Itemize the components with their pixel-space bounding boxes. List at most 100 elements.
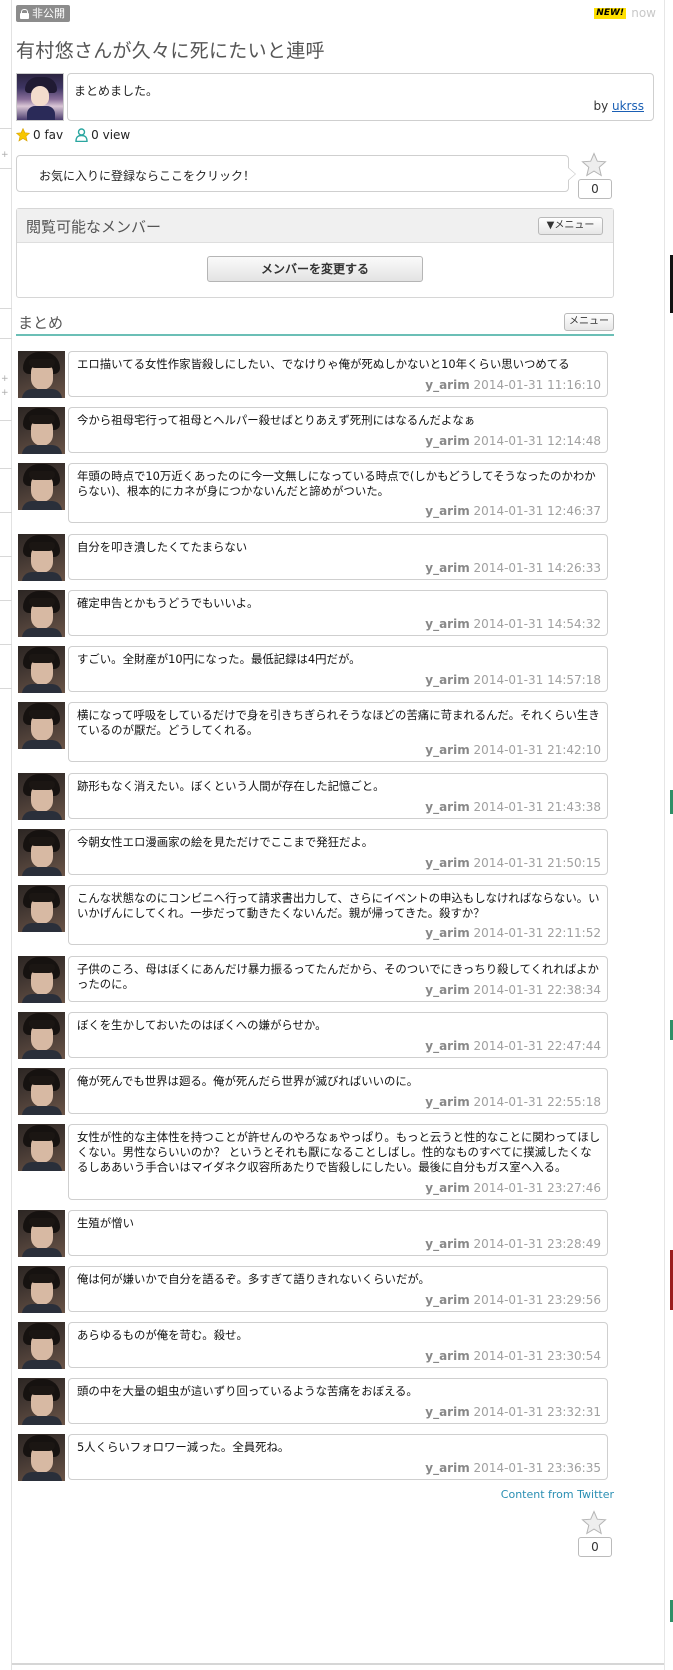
tweet-timestamp[interactable]: 2014-01-31 11:16:10 [474, 378, 601, 392]
tweet-timestamp[interactable]: 2014-01-31 23:32:31 [474, 1405, 601, 1419]
tweet-box: 俺が死んでも世界は廻る。俺が死んだら世界が滅びればいいのに。 y_arim 201… [68, 1068, 608, 1114]
tweet-timestamp[interactable]: 2014-01-31 14:26:33 [474, 561, 601, 575]
tweet-timestamp[interactable]: 2014-01-31 22:47:44 [474, 1039, 601, 1053]
tweet-meta: y_arim 2014-01-31 23:32:31 [425, 1405, 601, 1419]
tweet-avatar[interactable] [18, 702, 65, 749]
tweet-avatar[interactable] [18, 590, 65, 637]
tweet-box: 今朝女性エロ漫画家の絵を見ただけでここまで発狂だよ。 y_arim 2014-01… [68, 829, 608, 875]
tweet-text: 自分を叩き潰したくてたまらない [77, 540, 248, 554]
bottom-favorite-count: 0 [578, 1537, 612, 1557]
tweet-user[interactable]: y_arim [425, 673, 469, 687]
tweet-avatar[interactable] [18, 956, 65, 1003]
summary-row: まとめました。 by ukrss [16, 73, 654, 122]
tweet-timestamp[interactable]: 2014-01-31 21:42:10 [474, 743, 601, 757]
matome-header: まとめ メニュー [16, 310, 614, 336]
tweet-timestamp[interactable]: 2014-01-31 23:28:49 [474, 1237, 601, 1251]
owner-avatar[interactable] [16, 73, 64, 121]
tweet-meta: y_arim 2014-01-31 23:36:35 [425, 1461, 601, 1475]
tweet-timestamp[interactable]: 2014-01-31 12:46:37 [474, 504, 601, 518]
bottom-divider [12, 1663, 664, 1665]
tweet-timestamp[interactable]: 2014-01-31 21:43:38 [474, 800, 601, 814]
tweet-user[interactable]: y_arim [425, 1039, 469, 1053]
tweet-item: 生殖が憎い y_arim 2014-01-31 23:28:49 [18, 1210, 608, 1257]
tweet-text: 生殖が憎い [77, 1216, 134, 1230]
tweet-user[interactable]: y_arim [425, 856, 469, 870]
tweet-timestamp[interactable]: 2014-01-31 12:14:48 [474, 434, 601, 448]
tweet-text: ぼくを生かしておいたのはぼくへの嫌がらせか。 [77, 1018, 327, 1032]
tweet-timestamp[interactable]: 2014-01-31 23:36:35 [474, 1461, 601, 1475]
tweet-user[interactable]: y_arim [425, 743, 469, 757]
tweet-avatar[interactable] [18, 1210, 65, 1257]
bottom-favorite-star-icon[interactable] [581, 1510, 607, 1536]
favorite-prompt-box[interactable]: お気に入りに登録ならここをクリック！ [16, 155, 576, 192]
right-page-edge [664, 0, 673, 1670]
tweet-item: 自分を叩き潰したくてたまらない y_arim 2014-01-31 14:26:3… [18, 534, 608, 581]
tweet-user[interactable]: y_arim [425, 1095, 469, 1109]
members-menu-button[interactable]: ▼メニュー [538, 217, 603, 235]
tweet-avatar[interactable] [18, 463, 65, 510]
tweet-user[interactable]: y_arim [425, 1237, 469, 1251]
tweet-item: 今から祖母宅行って祖母とヘルパー殺せばとりあえず死刑にはなるんだよなぁ y_ari… [18, 407, 608, 454]
tweet-text: 女性が性的な主体性を持つことが許せんのやろなぁやっぱり。もっと云うと性的なことに… [77, 1130, 601, 1174]
tweet-avatar[interactable] [18, 829, 65, 876]
tweet-item: 俺が死んでも世界は廻る。俺が死んだら世界が滅びればいいのに。 y_arim 201… [18, 1068, 608, 1115]
tweet-avatar[interactable] [18, 1068, 65, 1115]
tweet-avatar[interactable] [18, 1434, 65, 1481]
change-members-button[interactable]: メンバーを変更する [207, 256, 423, 282]
tweet-user[interactable]: y_arim [425, 983, 469, 997]
tweet-meta: y_arim 2014-01-31 11:16:10 [425, 378, 601, 392]
tweet-timestamp[interactable]: 2014-01-31 23:27:46 [474, 1181, 601, 1195]
author-line: by ukrss [593, 99, 644, 113]
tweet-text: すごい。全財産が10円になった。最低記録は4円だが。 [77, 652, 361, 666]
tweet-user[interactable]: y_arim [425, 1181, 469, 1195]
tweet-avatar[interactable] [18, 1266, 65, 1313]
twitter-source-link[interactable]: Content from Twitter [501, 1488, 614, 1501]
tweet-text: 俺は何が嫌いかで自分を語るぞ。多すぎて語りきれないくらいだが。 [77, 1272, 430, 1286]
tweet-avatar[interactable] [18, 1378, 65, 1425]
members-header: 閲覧可能なメンバー ▼メニュー [17, 209, 613, 243]
tweet-user[interactable]: y_arim [425, 617, 469, 631]
tweet-box: すごい。全財産が10円になった。最低記録は4円だが。 y_arim 2014-01… [68, 646, 608, 692]
tweet-user[interactable]: y_arim [425, 561, 469, 575]
tweet-avatar[interactable] [18, 646, 65, 693]
tweet-avatar[interactable] [18, 1124, 65, 1171]
tweet-user[interactable]: y_arim [425, 1293, 469, 1307]
tweet-avatar[interactable] [18, 1322, 65, 1369]
tweet-timestamp[interactable]: 2014-01-31 22:38:34 [474, 983, 601, 997]
matome-menu-button[interactable]: メニュー [564, 313, 614, 331]
tweet-timestamp[interactable]: 2014-01-31 14:54:32 [474, 617, 601, 631]
tweet-user[interactable]: y_arim [425, 378, 469, 392]
favorite-count: 0 [578, 179, 612, 199]
tweet-timestamp[interactable]: 2014-01-31 23:30:54 [474, 1349, 601, 1363]
tweet-user[interactable]: y_arim [425, 1405, 469, 1419]
tweet-avatar[interactable] [18, 534, 65, 581]
tweet-timestamp[interactable]: 2014-01-31 23:29:56 [474, 1293, 601, 1307]
tweet-item: 頭の中を大量の蛆虫が這いずり回っているような苦痛をおぼえる。 y_arim 201… [18, 1378, 608, 1425]
tweet-box: 俺は何が嫌いかで自分を語るぞ。多すぎて語りきれないくらいだが。 y_arim 20… [68, 1266, 608, 1312]
tweet-user[interactable]: y_arim [425, 1461, 469, 1475]
tweet-avatar[interactable] [18, 773, 65, 820]
tweet-user[interactable]: y_arim [425, 926, 469, 940]
star-icon [16, 128, 30, 142]
tweet-user[interactable]: y_arim [425, 800, 469, 814]
tweet-user[interactable]: y_arim [425, 1349, 469, 1363]
tweet-user[interactable]: y_arim [425, 504, 469, 518]
tweet-meta: y_arim 2014-01-31 23:27:46 [425, 1181, 601, 1195]
tweet-avatar[interactable] [18, 351, 65, 398]
tweet-timestamp[interactable]: 2014-01-31 21:50:15 [474, 856, 601, 870]
tweet-timestamp[interactable]: 2014-01-31 22:55:18 [474, 1095, 601, 1109]
tweet-box: あらゆるものが俺を苛む。殺せ。 y_arim 2014-01-31 23:30:5… [68, 1322, 608, 1368]
tweet-timestamp[interactable]: 2014-01-31 14:57:18 [474, 673, 601, 687]
tweet-box: 自分を叩き潰したくてたまらない y_arim 2014-01-31 14:26:3… [68, 534, 608, 580]
tweet-avatar[interactable] [18, 407, 65, 454]
tweet-meta: y_arim 2014-01-31 23:28:49 [425, 1237, 601, 1251]
summary-text: まとめました。 [74, 84, 159, 98]
tweet-timestamp[interactable]: 2014-01-31 22:11:52 [474, 926, 601, 940]
tweet-avatar[interactable] [18, 885, 65, 932]
tweet-meta: y_arim 2014-01-31 14:57:18 [425, 673, 601, 687]
tweet-user[interactable]: y_arim [425, 434, 469, 448]
tweet-avatar[interactable] [18, 1012, 65, 1059]
author-link[interactable]: ukrss [612, 99, 644, 113]
favorite-star-icon[interactable] [581, 152, 607, 178]
tweet-meta: y_arim 2014-01-31 14:26:33 [425, 561, 601, 575]
